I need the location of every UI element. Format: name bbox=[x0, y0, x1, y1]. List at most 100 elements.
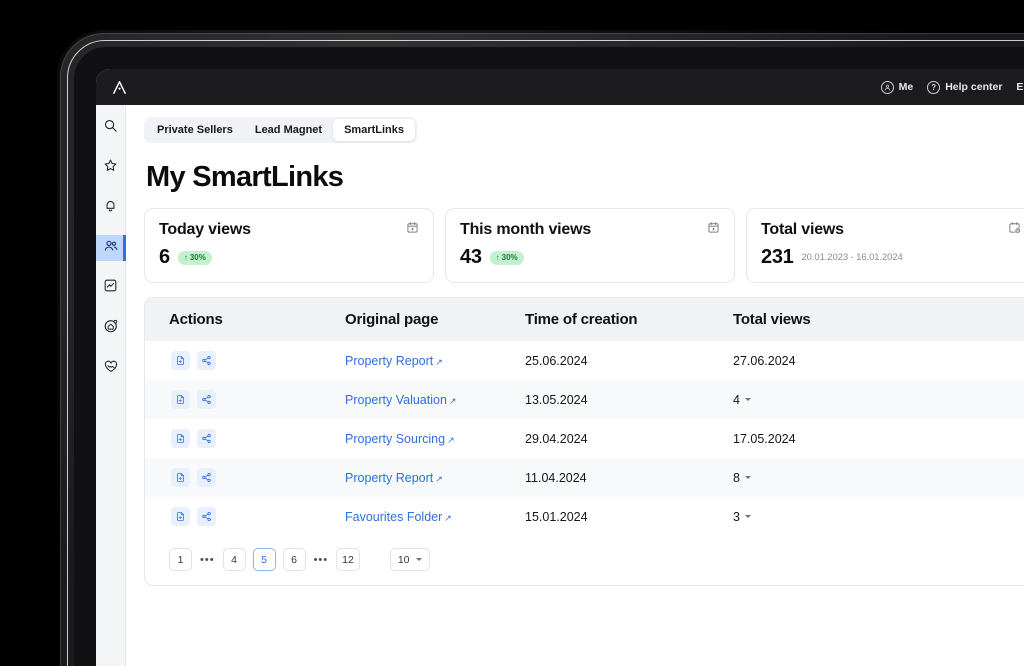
language-selector[interactable]: EN bbox=[1016, 81, 1024, 93]
file-export-icon[interactable] bbox=[171, 351, 190, 370]
star-icon bbox=[103, 158, 118, 178]
sidebar-item-search[interactable] bbox=[96, 115, 126, 141]
stat-card-value-row: 231 20.01.2023 - 16.01.2024 bbox=[761, 246, 1021, 269]
tab-private-sellers[interactable]: Private Sellers bbox=[146, 119, 244, 141]
column-header-original-page: Original page bbox=[345, 298, 525, 341]
share-icon[interactable] bbox=[197, 429, 216, 448]
tab-group: Private Sellers Lead Magnet SmartLinks bbox=[144, 117, 417, 143]
time-of-creation-cell: 25.06.2024 bbox=[525, 341, 733, 380]
original-page-cell: Property Sourcing↗ bbox=[345, 419, 525, 458]
page-button-5-current[interactable]: 5 bbox=[253, 548, 276, 571]
status-badge: ↑ 30% bbox=[490, 251, 524, 265]
table-row[interactable]: Property Report↗ 25.06.2024 27.06.2024 bbox=[145, 341, 1024, 380]
main-content: Private Sellers Lead Magnet SmartLinks M… bbox=[126, 105, 1024, 666]
file-export-icon[interactable] bbox=[171, 507, 190, 526]
tab-smartlinks[interactable]: SmartLinks bbox=[333, 119, 415, 141]
row-action-group bbox=[169, 468, 345, 487]
total-views-cell: 27.06.2024 bbox=[733, 341, 1024, 380]
calendar-clock-icon[interactable] bbox=[1008, 221, 1021, 239]
total-views-value-wrap[interactable]: 8 bbox=[733, 471, 1024, 485]
external-link-icon: ↗ bbox=[435, 474, 443, 484]
arrow-up-icon: ↑ bbox=[184, 253, 188, 262]
file-export-icon[interactable] bbox=[171, 468, 190, 487]
stat-card-header: Total views bbox=[761, 221, 1021, 239]
sidebar-item-deals[interactable] bbox=[96, 355, 126, 381]
language-label: EN bbox=[1016, 81, 1024, 93]
page-button-4[interactable]: 4 bbox=[223, 548, 246, 571]
rows-per-page-value: 10 bbox=[398, 554, 410, 566]
logo-a-icon[interactable] bbox=[108, 76, 130, 98]
table-row[interactable]: Property Report↗ 11.04.2024 8 bbox=[145, 458, 1024, 497]
total-views-value: 3 bbox=[733, 510, 740, 524]
stat-card-value: 43 bbox=[460, 246, 482, 269]
original-page-label: Property Valuation bbox=[345, 393, 447, 407]
page-button-12[interactable]: 12 bbox=[336, 548, 360, 571]
stat-card-value-row: 43 ↑ 30% bbox=[460, 246, 720, 269]
tab-lead-magnet[interactable]: Lead Magnet bbox=[244, 119, 333, 141]
app-body: Private Sellers Lead Magnet SmartLinks M… bbox=[96, 105, 1024, 666]
calendar-icon[interactable] bbox=[406, 221, 419, 239]
row-action-group bbox=[169, 390, 345, 409]
rows-per-page-select[interactable]: 10 bbox=[390, 548, 430, 571]
external-link-icon: ↗ bbox=[435, 357, 443, 367]
original-page-cell: Favourites Folder↗ bbox=[345, 497, 525, 536]
table-row[interactable]: Favourites Folder↗ 15.01.2024 3 bbox=[145, 497, 1024, 536]
screenshot-root: Me ? Help center EN bbox=[0, 0, 1024, 666]
stat-card-today-views: Today views 6 ↑ 30% bbox=[144, 208, 434, 283]
original-page-cell: Property Valuation↗ bbox=[345, 380, 525, 419]
account-label: Me bbox=[899, 81, 914, 93]
chevron-down-icon bbox=[745, 398, 751, 401]
page-button-6[interactable]: 6 bbox=[283, 548, 306, 571]
original-page-link[interactable]: Property Report↗ bbox=[345, 354, 443, 368]
file-export-icon[interactable] bbox=[171, 390, 190, 409]
original-page-label: Property Report bbox=[345, 471, 433, 485]
original-page-label: Property Sourcing bbox=[345, 432, 445, 446]
calendar-icon[interactable] bbox=[707, 221, 720, 239]
total-views-cell: 3 bbox=[733, 497, 1024, 536]
stat-card-month-views: This month views 43 ↑ 30% bbox=[445, 208, 735, 283]
sidebar-item-favorites[interactable] bbox=[96, 155, 126, 181]
time-of-creation-cell: 15.01.2024 bbox=[525, 497, 733, 536]
total-views-value: 17.05.2024 bbox=[733, 432, 796, 446]
share-icon[interactable] bbox=[197, 468, 216, 487]
app-topbar: Me ? Help center EN bbox=[96, 69, 1024, 105]
share-icon[interactable] bbox=[197, 390, 216, 409]
table-row[interactable]: Property Valuation↗ 13.05.2024 4 bbox=[145, 380, 1024, 419]
original-page-label: Favourites Folder bbox=[345, 510, 442, 524]
table-header-row: Actions Original page Time of creation T… bbox=[145, 298, 1024, 341]
original-page-cell: Property Report↗ bbox=[345, 458, 525, 497]
device-screen-bezel: Me ? Help center EN bbox=[74, 47, 1024, 666]
time-of-creation-cell: 13.05.2024 bbox=[525, 380, 733, 419]
total-views-cell: 8 bbox=[733, 458, 1024, 497]
arrow-up-icon: ↑ bbox=[496, 253, 500, 262]
share-icon[interactable] bbox=[197, 351, 216, 370]
sidebar-item-analytics[interactable] bbox=[96, 275, 126, 301]
file-export-icon[interactable] bbox=[171, 429, 190, 448]
table-row[interactable]: Property Sourcing↗ 29.04.2024 17.05.2024 bbox=[145, 419, 1024, 458]
total-views-value-wrap[interactable]: 3 bbox=[733, 510, 1024, 524]
original-page-link[interactable]: Property Sourcing↗ bbox=[345, 432, 455, 446]
account-menu-button[interactable]: Me bbox=[881, 81, 914, 94]
time-of-creation-cell: 29.04.2024 bbox=[525, 419, 733, 458]
stat-card-date-range: 20.01.2023 - 16.01.2024 bbox=[801, 252, 902, 263]
original-page-link[interactable]: Favourites Folder↗ bbox=[345, 510, 452, 524]
total-views-value-wrap[interactable]: 4 bbox=[733, 393, 1024, 407]
chart-box-icon bbox=[103, 278, 118, 298]
column-header-time-of-creation: Time of creation bbox=[525, 298, 733, 341]
sidebar-item-contacts[interactable] bbox=[96, 235, 126, 261]
pagination-ellipsis-right: ••• bbox=[313, 554, 330, 566]
stat-card-title: Today views bbox=[159, 221, 251, 239]
stat-card-value-row: 6 ↑ 30% bbox=[159, 246, 419, 269]
original-page-link[interactable]: Property Valuation↗ bbox=[345, 393, 456, 407]
help-center-label: Help center bbox=[945, 81, 1002, 93]
page-title: My SmartLinks bbox=[146, 161, 1024, 194]
page-button-1[interactable]: 1 bbox=[169, 548, 192, 571]
help-center-button[interactable]: ? Help center bbox=[927, 81, 1002, 94]
total-views-cell: 4 bbox=[733, 380, 1024, 419]
question-mark-icon: ? bbox=[927, 81, 940, 94]
share-icon[interactable] bbox=[197, 507, 216, 526]
sidebar-item-notifications[interactable] bbox=[96, 195, 126, 221]
sidebar-item-properties[interactable] bbox=[96, 315, 126, 341]
bell-icon bbox=[103, 198, 118, 218]
original-page-link[interactable]: Property Report↗ bbox=[345, 471, 443, 485]
